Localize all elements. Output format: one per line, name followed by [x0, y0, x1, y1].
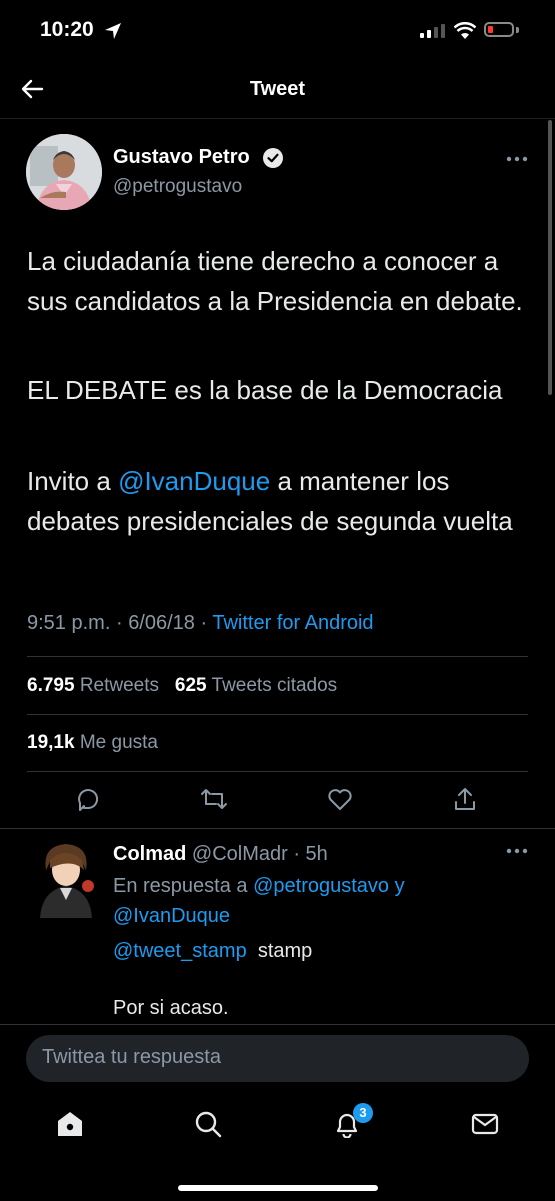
battery-tip: [516, 27, 519, 33]
likes-label: Me gusta: [79, 732, 158, 753]
like-heart-icon[interactable]: [327, 786, 353, 812]
replying-to-conjunction: y: [394, 875, 405, 897]
reply-text-line: @tweet_stamp stamp: [113, 936, 312, 966]
tweet-actions-bar: [0, 776, 555, 826]
messages-envelope-icon[interactable]: [471, 1110, 499, 1138]
retweets-stat[interactable]: 6.795 Retweets: [27, 675, 159, 696]
quotes-stat[interactable]: 625 Tweets citados: [175, 675, 337, 696]
replying-to-mention[interactable]: @IvanDuque: [113, 901, 230, 931]
tweet-text-segment: Invito a: [27, 466, 119, 496]
divider: [0, 828, 555, 829]
verified-badge-icon: [263, 148, 283, 168]
quotes-count: 625: [174, 675, 207, 696]
divider: [27, 714, 528, 715]
more-options-icon[interactable]: [506, 156, 528, 162]
author-name[interactable]: Gustavo Petro: [113, 146, 250, 169]
search-icon[interactable]: [194, 1110, 222, 1138]
reply-author[interactable]: Colmad @ColMadr · 5h: [113, 843, 328, 866]
reply-author-name: Colmad: [113, 843, 187, 865]
reply-icon[interactable]: [76, 786, 102, 812]
replying-to-line: En respuesta a @petrogustavo y: [113, 871, 405, 901]
tweet-time: 9:51 p.m.: [27, 612, 111, 634]
share-icon[interactable]: [452, 786, 478, 812]
author-avatar[interactable]: [26, 134, 102, 210]
reply-mention[interactable]: @tweet_stamp: [113, 940, 247, 962]
home-icon[interactable]: [56, 1110, 84, 1138]
mention-link[interactable]: @IvanDuque: [118, 466, 270, 496]
tweet-date: 6/06/18: [128, 612, 195, 634]
cellular-signal-icon: [420, 24, 445, 38]
tweet-text-paragraph-3: Invito a @IvanDuque a mantener los debat…: [27, 461, 537, 541]
notifications-badge: 3: [353, 1103, 373, 1123]
retweet-icon[interactable]: [200, 786, 228, 812]
tweet-text-paragraph-2: EL DEBATE es la base de la Democracia: [27, 375, 503, 405]
tweet-source-link[interactable]: Twitter for Android: [212, 612, 373, 634]
reply-more-options-icon[interactable]: [506, 848, 528, 854]
home-indicator: [178, 1185, 378, 1191]
header-divider: [0, 118, 555, 119]
divider: [27, 656, 528, 657]
reply-handle-time: @ColMadr · 5h: [191, 843, 328, 865]
battery-icon: [484, 22, 514, 37]
meta-separator: ·: [200, 612, 208, 634]
meta-separator: ·: [115, 612, 123, 634]
reply-compose-input[interactable]: Twittea tu respuesta: [26, 1035, 529, 1082]
reply-text: Por si acaso.: [113, 997, 229, 1019]
scrollbar[interactable]: [548, 120, 552, 395]
author-handle[interactable]: @petrogustavo: [113, 176, 242, 198]
location-arrow-icon: [105, 23, 121, 39]
tweet-text-paragraph-1: La ciudadanía tiene derecho a conocer a …: [27, 246, 523, 316]
status-time: 10:20: [40, 18, 94, 41]
page-title: Tweet: [249, 78, 306, 100]
reply-word: stamp: [257, 940, 313, 962]
tweet-meta: 9:51 p.m. · 6/06/18 · Twitter for Androi…: [27, 612, 374, 635]
replying-to-mention[interactable]: @petrogustavo: [253, 875, 389, 897]
divider: [27, 771, 528, 772]
likes-count: 19,1k: [27, 732, 75, 753]
wifi-icon: [454, 22, 476, 39]
quotes-label: Tweets citados: [211, 675, 338, 696]
reply-author-avatar[interactable]: [32, 840, 100, 918]
retweets-label: Retweets: [79, 675, 160, 696]
retweet-quote-stats: 6.795 Retweets 625 Tweets citados: [27, 675, 337, 697]
likes-stat[interactable]: 19,1k Me gusta: [27, 732, 158, 754]
retweets-count: 6.795: [27, 675, 75, 696]
replying-to-label: En respuesta a: [113, 875, 248, 897]
